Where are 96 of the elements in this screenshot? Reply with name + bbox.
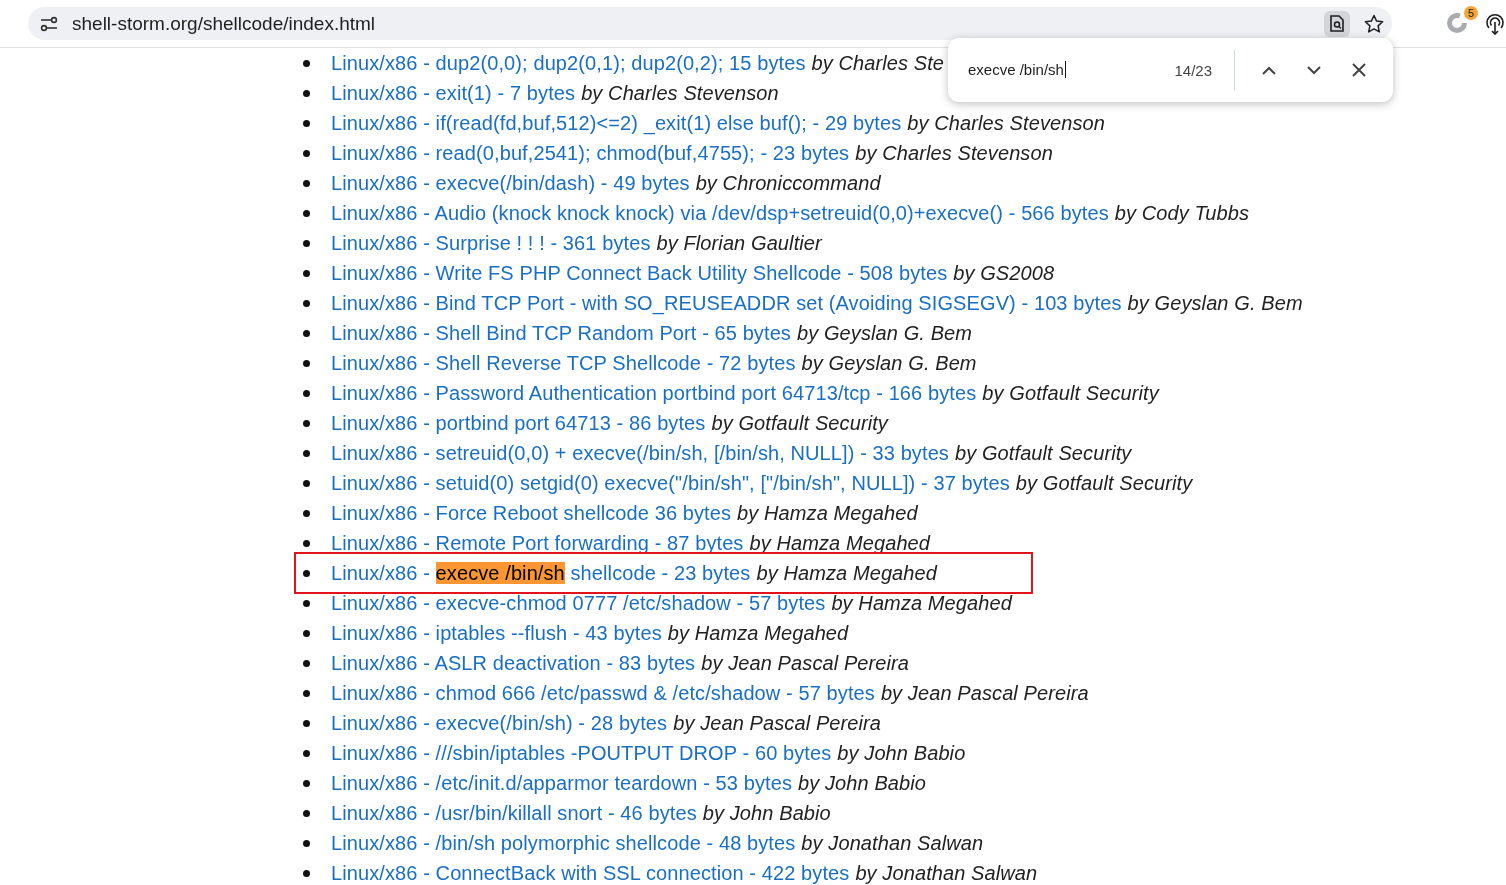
bullet <box>303 119 310 127</box>
bullet <box>303 809 310 817</box>
bullet <box>303 509 310 517</box>
author-text: by Charles Stevenson <box>581 81 779 105</box>
author-text: by Jean Pascal Pereira <box>880 681 1089 705</box>
author-text: by Florian Gaultier <box>656 231 822 255</box>
author-text: by Geyslan G. Bem <box>796 321 973 345</box>
shellcode-link[interactable]: Linux/x86 - Shell Reverse TCP Shellcode - 72 bytes <box>331 351 796 375</box>
shellcode-link[interactable]: Linux/x86 - Surprise ! ! ! - 361 bytes <box>331 231 651 255</box>
shellcode-link[interactable]: Linux/x86 - /etc/init.d/apparmor teardown - 53 bytes <box>331 771 792 795</box>
author-text: by Jonathan Salwan <box>855 861 1038 885</box>
author-text: by Gotfault Security <box>1015 471 1193 495</box>
author-text: by John Babio <box>798 771 927 795</box>
shellcode-link[interactable]: Linux/x86 - ASLR deactivation - 83 bytes <box>331 651 696 675</box>
tune-icon[interactable] <box>40 15 58 32</box>
shellcode-link[interactable]: Linux/x86 - chmod 666 /etc/passwd & /etc/shadow - 57 bytes <box>331 681 875 705</box>
shellcode-link[interactable]: Linux/x86 - /bin/sh polymorphic shellcode - 48 bytes <box>331 831 796 855</box>
shellcode-link[interactable]: Linux/x86 - execve-chmod 0777 /etc/shadow - 57 bytes <box>331 591 826 615</box>
bullet <box>303 179 310 187</box>
bullet <box>303 629 310 637</box>
notification-badge: 5 <box>1464 5 1478 20</box>
author-text: by Charles Stevenson <box>855 141 1053 165</box>
shellcode-link[interactable]: Linux/x86 - exit(1) - 7 bytes <box>331 81 576 105</box>
bullet <box>303 419 310 427</box>
bullet <box>303 479 310 487</box>
close-icon <box>1352 63 1366 77</box>
broadcast-icon[interactable] <box>1484 11 1506 36</box>
author-text: by Charles Ste <box>811 51 945 75</box>
bullet <box>303 749 310 757</box>
shellcode-link[interactable]: Linux/x86 - setreuid(0,0) + execve(/bin/sh, [/bin/sh, NULL]) - 33 bytes <box>331 441 949 465</box>
author-text: by Charles Stevenson <box>907 111 1105 135</box>
bullet <box>303 149 310 157</box>
bullet <box>303 59 310 67</box>
bullet <box>303 329 310 337</box>
bullet <box>303 269 310 277</box>
shellcode-link[interactable]: Linux/x86 - read(0,buf,2541); chmod(buf,4755); - 23 bytes <box>331 141 850 165</box>
shellcode-link[interactable]: Linux/x86 - execve(/bin/sh) - 28 bytes <box>331 711 668 735</box>
shellcode-link[interactable]: Linux/x86 - Shell Bind TCP Random Port - 65 bytes <box>331 321 791 345</box>
author-text: by Gotfault Security <box>954 441 1132 465</box>
bullet <box>303 869 310 877</box>
bullet <box>303 209 310 217</box>
shellcode-link[interactable]: Linux/x86 - Force Reboot shellcode 36 bytes <box>331 501 732 525</box>
author-text: by Jean Pascal Pereira <box>701 651 910 675</box>
author-text: by Hamza Megahed <box>831 591 1012 615</box>
shellcode-link[interactable]: Linux/x86 - Write FS PHP Connect Back Utility Shellcode - 508 bytes <box>331 261 948 285</box>
author-text: by GS2008 <box>953 261 1055 285</box>
shellcode-link[interactable]: Linux/x86 - /usr/bin/killall snort - 46 bytes <box>331 801 697 825</box>
chevron-up-icon <box>1262 65 1276 75</box>
shellcode-link[interactable]: Linux/x86 - iptables --flush - 43 bytes <box>331 621 662 645</box>
chevron-down-icon <box>1307 65 1321 75</box>
bullet <box>303 539 310 547</box>
url-text[interactable]: shell-storm.org/shellcode/index.html <box>72 12 1310 35</box>
shellcode-link[interactable]: Linux/x86 - dup2(0,0); dup2(0,1); dup2(0,2); 15 bytes <box>331 51 806 75</box>
find-in-page-icon[interactable] <box>1324 10 1350 37</box>
author-text: by Hamza Megahed <box>667 621 849 645</box>
bullet <box>303 89 310 97</box>
bullet <box>303 599 310 607</box>
author-text: by John Babio <box>837 741 966 765</box>
author-text: by Cody Tubbs <box>1114 201 1250 225</box>
author-text: by Geyslan G. Bem <box>801 351 977 375</box>
shellcode-link[interactable]: Linux/x86 - execve /bin/sh shellcode - 23 bytes <box>331 561 751 585</box>
author-text: by Gotfault Security <box>982 381 1159 405</box>
address-bar[interactable]: shell-storm.org/shellcode/index.html <box>28 7 1392 40</box>
shellcode-link[interactable]: Linux/x86 - portbind port 64713 - 86 bytes <box>331 411 706 435</box>
author-text: by Jonathan Salwan <box>801 831 984 855</box>
bullet <box>303 299 310 307</box>
bullet <box>303 689 310 697</box>
shellcode-link[interactable]: Linux/x86 - Audio (knock knock knock) via /dev/dsp+setreuid(0,0)+execve() - 566 bytes <box>331 201 1109 225</box>
author-text: by Hamza Megahed <box>749 531 931 555</box>
author-text: by John Babio <box>702 801 831 825</box>
bullet <box>303 239 310 247</box>
shellcode-link[interactable]: Linux/x86 - Remote Port forwarding - 87 bytes <box>331 531 744 555</box>
bullet <box>303 719 310 727</box>
author-text: by Hamza Megahed <box>756 561 937 585</box>
shellcode-link[interactable]: Linux/x86 - Password Authentication portbind port 64713/tcp - 166 bytes <box>331 381 977 405</box>
bullet <box>303 569 310 577</box>
author-text: by Geyslan G. Bem <box>1127 291 1303 315</box>
shellcode-link[interactable]: Linux/x86 - if(read(fd,buf,512)<=2) _exit(1) else buf(); - 29 bytes <box>331 111 902 135</box>
star-icon[interactable] <box>1364 13 1384 34</box>
bullet <box>303 389 310 397</box>
find-field[interactable]: execve /bin/sh <box>968 61 1066 78</box>
author-text: by Jean Pascal Pereira <box>673 711 882 735</box>
author-text: by Hamza Megahed <box>737 501 918 525</box>
shellcode-link[interactable]: Linux/x86 - ///sbin/iptables -POUTPUT DROP - 60 bytes <box>331 741 832 765</box>
bullet <box>303 659 310 667</box>
bullet <box>303 779 310 787</box>
shellcode-link[interactable]: Linux/x86 - Bind TCP Port - with SO_REUSEADDR set (Avoiding SIGSEGV) - 103 bytes <box>331 291 1122 315</box>
author-text: by Gotfault Security <box>711 411 888 435</box>
match-count: 14/23 <box>1174 61 1212 79</box>
shellcode-link[interactable]: Linux/x86 - execve(/bin/dash) - 49 bytes <box>331 171 690 195</box>
bullet <box>303 359 310 367</box>
shellcode-link[interactable]: Linux/x86 - setuid(0) setgid(0) execve("/bin/sh", ["/bin/sh", NULL]) - 37 bytes <box>331 471 1010 495</box>
bullet <box>303 839 310 847</box>
bullet <box>303 449 310 457</box>
shellcode-link[interactable]: Linux/x86 - ConnectBack with SSL connection - 422 bytes <box>331 861 850 885</box>
author-text: by Chroniccommand <box>695 171 881 195</box>
